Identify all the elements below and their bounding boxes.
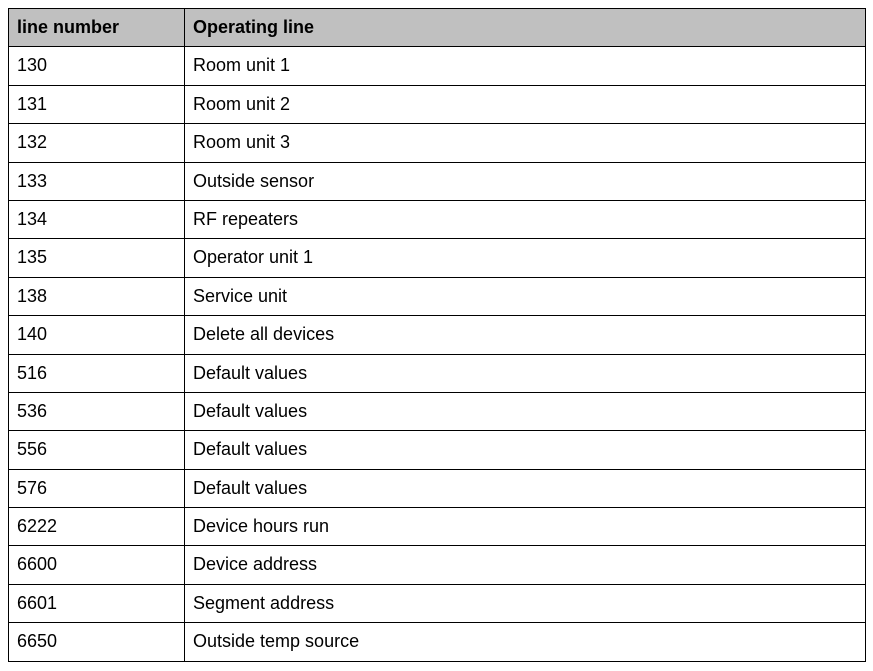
- table-row: 6222 Device hours run: [9, 508, 866, 546]
- cell-line-number: 133: [9, 162, 185, 200]
- operating-line-table: line number Operating line 130 Room unit…: [8, 8, 866, 662]
- cell-operating-line: Default values: [185, 354, 866, 392]
- cell-operating-line: Delete all devices: [185, 316, 866, 354]
- cell-operating-line: Room unit 3: [185, 124, 866, 162]
- table-row: 140 Delete all devices: [9, 316, 866, 354]
- cell-operating-line: Segment address: [185, 584, 866, 622]
- table-row: 536 Default values: [9, 392, 866, 430]
- header-line-number: line number: [9, 9, 185, 47]
- cell-operating-line: Device address: [185, 546, 866, 584]
- cell-line-number: 130: [9, 47, 185, 85]
- cell-line-number: 140: [9, 316, 185, 354]
- table-row: 134 RF repeaters: [9, 200, 866, 238]
- cell-operating-line: Service unit: [185, 277, 866, 315]
- cell-line-number: 6650: [9, 623, 185, 661]
- cell-line-number: 576: [9, 469, 185, 507]
- cell-line-number: 556: [9, 431, 185, 469]
- table-row: 133 Outside sensor: [9, 162, 866, 200]
- cell-operating-line: Default values: [185, 469, 866, 507]
- cell-line-number: 134: [9, 200, 185, 238]
- cell-line-number: 6222: [9, 508, 185, 546]
- cell-operating-line: Default values: [185, 392, 866, 430]
- cell-line-number: 138: [9, 277, 185, 315]
- cell-line-number: 6601: [9, 584, 185, 622]
- cell-line-number: 516: [9, 354, 185, 392]
- cell-operating-line: Room unit 1: [185, 47, 866, 85]
- table-header-row: line number Operating line: [9, 9, 866, 47]
- cell-operating-line: Outside sensor: [185, 162, 866, 200]
- cell-operating-line: RF repeaters: [185, 200, 866, 238]
- table-row: 6650 Outside temp source: [9, 623, 866, 661]
- cell-operating-line: Room unit 2: [185, 85, 866, 123]
- table-row: 576 Default values: [9, 469, 866, 507]
- table-row: 135 Operator unit 1: [9, 239, 866, 277]
- table-row: 516 Default values: [9, 354, 866, 392]
- cell-operating-line: Default values: [185, 431, 866, 469]
- table-row: 556 Default values: [9, 431, 866, 469]
- cell-line-number: 132: [9, 124, 185, 162]
- table-row: 131 Room unit 2: [9, 85, 866, 123]
- table-row: 6601 Segment address: [9, 584, 866, 622]
- table-row: 138 Service unit: [9, 277, 866, 315]
- table-row: 130 Room unit 1: [9, 47, 866, 85]
- cell-line-number: 6600: [9, 546, 185, 584]
- cell-line-number: 135: [9, 239, 185, 277]
- cell-operating-line: Outside temp source: [185, 623, 866, 661]
- table-row: 132 Room unit 3: [9, 124, 866, 162]
- cell-line-number: 131: [9, 85, 185, 123]
- cell-operating-line: Operator unit 1: [185, 239, 866, 277]
- cell-line-number: 536: [9, 392, 185, 430]
- cell-operating-line: Device hours run: [185, 508, 866, 546]
- header-operating-line: Operating line: [185, 9, 866, 47]
- table-row: 6600 Device address: [9, 546, 866, 584]
